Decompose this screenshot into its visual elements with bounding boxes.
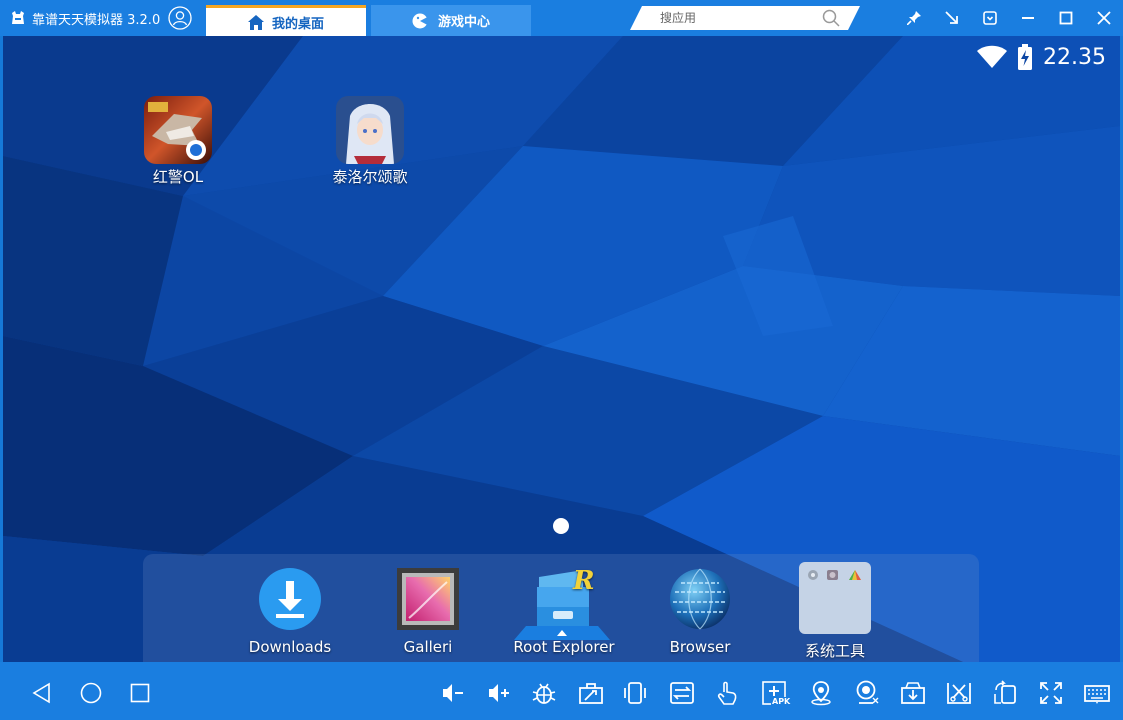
chevron-up-icon: [557, 630, 567, 636]
toolbox-icon[interactable]: [578, 680, 604, 706]
recent-apps-icon[interactable]: [129, 682, 151, 704]
minimize-to-tray-button[interactable]: [933, 0, 971, 36]
maximize-button[interactable]: [1047, 0, 1085, 36]
tab-label: 我的桌面: [271, 16, 324, 32]
camera-icon[interactable]: [854, 680, 880, 706]
app-title: 靠谱天天模拟器 3.2.0: [32, 12, 161, 28]
android-screen[interactable]: 22.35 红警OL 泰洛尔颂歌 Downloads Galleri R Roo…: [3, 36, 1120, 662]
battery-charging-icon: [1018, 44, 1033, 70]
download-icon[interactable]: [900, 680, 926, 706]
svg-text:R: R: [572, 567, 595, 596]
home-circle-icon[interactable]: [80, 682, 102, 704]
dock-expand-handle[interactable]: [514, 626, 610, 640]
minimize-icon: [1022, 17, 1034, 19]
gamepad-icon: [412, 13, 428, 28]
app-label: 红警OL: [152, 168, 204, 186]
browser-globe-icon: [670, 568, 730, 630]
search-input[interactable]: [660, 11, 820, 25]
shake-icon[interactable]: [622, 680, 648, 706]
clock: 22.35: [1043, 44, 1106, 70]
pin-button[interactable]: [895, 0, 933, 36]
dock-folder-system-tools[interactable]: 系统工具: [775, 562, 895, 661]
back-icon[interactable]: [31, 682, 53, 704]
fullscreen-icon[interactable]: [1038, 680, 1064, 706]
dock-app-galleri[interactable]: Galleri: [368, 566, 488, 656]
emulator-window: 靠谱天天模拟器 3.2.0 我的桌面 游戏中心 搜应用 22.35 红警OL 泰…: [0, 0, 1123, 720]
app-label: Galleri: [403, 638, 453, 656]
app-logo-icon: [12, 11, 24, 24]
close-button[interactable]: [1085, 0, 1123, 36]
volume-up-icon[interactable]: [486, 680, 512, 706]
tyrol-carol-app-icon: [336, 96, 404, 164]
title-bar: 靠谱天天模拟器 3.2.0 我的桌面 游戏中心: [0, 0, 1123, 36]
minimize-button[interactable]: [1009, 0, 1047, 36]
desktop-app-red-alert-ol[interactable]: 红警OL: [118, 96, 238, 187]
maximize-icon: [1059, 11, 1073, 25]
keyboard-icon[interactable]: [1084, 680, 1110, 706]
install-apk-button[interactable]: APK: [761, 680, 792, 706]
dock-app-root-explorer[interactable]: R Root Explorer: [504, 566, 624, 656]
close-icon: [1097, 11, 1111, 25]
app-label: Root Explorer: [513, 638, 615, 656]
restore-button[interactable]: [971, 0, 1009, 36]
screenshot-icon[interactable]: [946, 680, 972, 706]
downloads-icon: [259, 568, 321, 630]
dock-app-downloads[interactable]: Downloads: [230, 566, 350, 656]
app-label: 泰洛尔颂歌: [332, 168, 408, 186]
wifi-icon: [977, 45, 1008, 68]
red-alert-ol-app-icon: [144, 96, 212, 164]
bottom-toolbar: APK: [0, 662, 1123, 720]
touch-icon[interactable]: [714, 680, 740, 706]
apk-label: APK: [771, 697, 792, 706]
restore-icon: [983, 11, 997, 25]
rotate-icon[interactable]: [992, 680, 1018, 706]
pin-icon: [907, 11, 921, 25]
volume-down-icon[interactable]: [440, 680, 466, 706]
tab-my-desktop[interactable]: 我的桌面: [206, 5, 366, 36]
app-brand: 靠谱天天模拟器 3.2.0: [10, 7, 160, 29]
app-label: Downloads: [248, 638, 332, 656]
app-label: Browser: [669, 638, 731, 656]
dock: Downloads Galleri R Root Explorer Browse…: [143, 554, 979, 662]
tab-label: 游戏中心: [437, 15, 490, 30]
app-label: 系统工具: [804, 642, 865, 660]
dock-app-browser[interactable]: Browser: [640, 566, 760, 656]
home-icon: [247, 14, 264, 30]
page-indicator: [553, 518, 569, 534]
tab-game-center[interactable]: 游戏中心: [371, 5, 531, 36]
search-box: [630, 6, 860, 30]
desktop-app-tyrol-carol[interactable]: 泰洛尔颂歌: [310, 96, 430, 187]
folder-icon: [799, 562, 871, 634]
minimize-to-tray-icon: [945, 11, 958, 24]
status-bar: 22.35: [977, 44, 1106, 70]
gallery-icon: [397, 568, 459, 630]
search-icon[interactable]: [822, 9, 840, 27]
window-controls: [895, 0, 1123, 36]
bug-icon[interactable]: [531, 680, 557, 706]
user-account-icon[interactable]: [168, 6, 192, 30]
sync-icon[interactable]: [669, 680, 695, 706]
root-explorer-icon: R: [537, 567, 595, 629]
location-icon[interactable]: [808, 680, 834, 706]
